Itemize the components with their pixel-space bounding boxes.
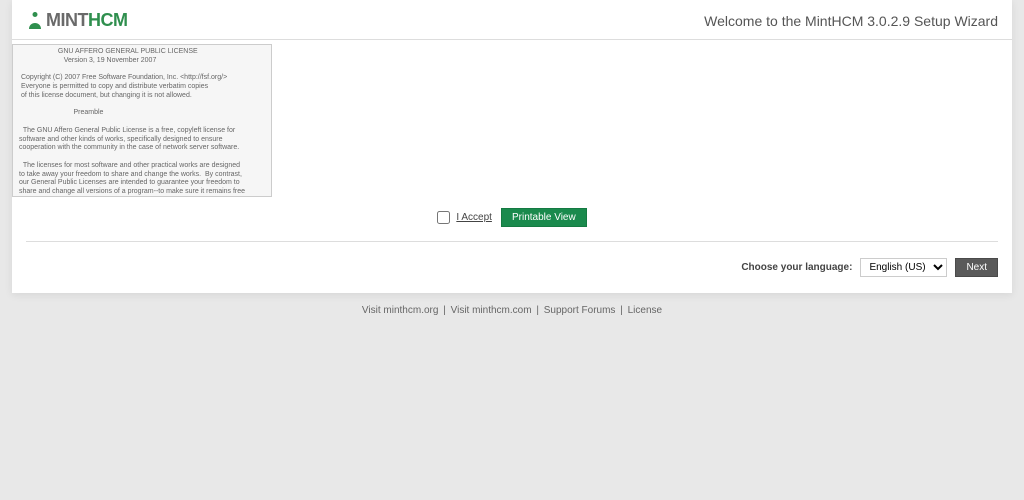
link-support-forums[interactable]: Support Forums (544, 305, 616, 316)
bottom-links: Visit minthcm.org | Visit minthcm.com | … (0, 293, 1024, 328)
logo-text-hcm: HCM (88, 10, 128, 31)
installer-panel: MINTHCM Welcome to the MintHCM 3.0.2.9 S… (12, 0, 1012, 293)
link-minthcm-com[interactable]: Visit minthcm.com (451, 305, 532, 316)
accept-label[interactable]: I Accept (456, 212, 492, 223)
separator: | (620, 305, 623, 316)
printable-view-button[interactable]: Printable View (501, 208, 587, 227)
separator: | (536, 305, 539, 316)
content: I Accept Printable View Choose your lang… (12, 40, 1012, 293)
next-button[interactable]: Next (955, 258, 998, 277)
header: MINTHCM Welcome to the MintHCM 3.0.2.9 S… (12, 0, 1012, 40)
page-title: Welcome to the MintHCM 3.0.2.9 Setup Wiz… (704, 13, 998, 29)
logo-text-mint: MINT (46, 10, 88, 31)
footer-row: Choose your language: English (US) Next (12, 242, 1012, 293)
separator: | (443, 305, 446, 316)
accept-checkbox[interactable] (437, 211, 450, 224)
link-license[interactable]: License (628, 305, 662, 316)
link-minthcm-org[interactable]: Visit minthcm.org (362, 305, 439, 316)
language-select[interactable]: English (US) (860, 258, 947, 277)
language-label: Choose your language: (741, 262, 852, 273)
accept-row: I Accept Printable View (12, 200, 1012, 241)
license-textarea[interactable] (12, 44, 272, 197)
logo-icon (26, 11, 44, 31)
logo: MINTHCM (26, 10, 128, 31)
